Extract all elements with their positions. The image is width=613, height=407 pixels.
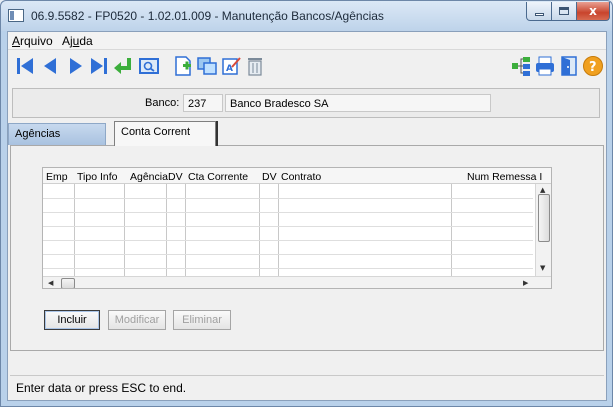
status-bar: Enter data or press ESC to end. [10,375,604,397]
scroll-right-icon[interactable]: ▶ [523,279,528,287]
col-header-emp[interactable]: Emp [46,171,68,183]
tab-conta-corrente[interactable]: Conta Corrent [114,121,216,146]
col-header-tipo-info[interactable]: Tipo Info [77,171,117,183]
app-window: 06.9.5582 - FP0520 - 1.02.01.009 - Manut… [0,0,613,407]
scroll-down-icon[interactable]: ▼ [540,264,545,272]
exit-door-icon[interactable] [558,55,580,77]
print-icon[interactable] [534,55,556,77]
scroll-up-icon[interactable]: ▲ [540,186,545,194]
grid-vertical-scrollbar[interactable]: ▲ ▼ [535,184,551,276]
maximize-button[interactable] [551,2,577,21]
toolbar: A ? [8,51,606,85]
menu-ajuda-pre: Aj [62,34,73,48]
last-record-icon[interactable] [88,55,110,77]
grid-horizontal-scrollbar[interactable]: ◀ ▶ [43,276,551,288]
close-icon: x [589,4,597,18]
col-header-contrato[interactable]: Contrato [281,171,321,183]
grid-row-line [43,268,533,269]
maximize-icon [559,7,569,15]
grid-row-line [43,212,533,213]
col-header-num-remessa[interactable]: Num Remessa I [467,171,542,183]
tab-panel-conta-corrente: Emp Tipo Info Agência DV Cta Corrente DV… [10,145,604,351]
incluir-button[interactable]: Incluir [44,310,100,330]
banco-name-field[interactable]: Banco Bradesco SA [225,94,491,112]
menu-arquivo-label: rquivo [20,34,53,48]
col-header-dv[interactable]: DV [168,171,183,183]
tree-icon[interactable] [510,55,532,77]
col-header-agencia[interactable]: Agência [130,171,168,183]
svg-text:?: ? [589,60,597,75]
grid-row-line [43,254,533,255]
banco-label: Banco: [145,97,180,109]
col-header-cta-corrente[interactable]: Cta Corrente [188,171,248,183]
search-icon[interactable] [138,55,160,77]
title-bar: 06.9.5582 - FP0520 - 1.02.01.009 - Manut… [1,1,612,31]
grid-row-line [43,226,533,227]
banco-code-field[interactable]: 237 [183,94,223,112]
contas-grid[interactable]: Emp Tipo Info Agência DV Cta Corrente DV… [42,167,552,289]
return-icon[interactable] [112,55,134,77]
vertical-scroll-thumb[interactable] [538,194,550,242]
modificar-button[interactable]: Modificar [108,310,166,330]
window-title: 06.9.5582 - FP0520 - 1.02.01.009 - Manut… [31,9,384,23]
horizontal-scroll-thumb[interactable] [61,278,75,288]
svg-text:A: A [226,64,233,74]
delete-icon[interactable] [244,55,266,77]
window-app-icon [8,9,24,22]
banco-panel: Banco: 237 Banco Bradesco SA [12,88,600,118]
menu-ajuda[interactable]: Ajuda [62,34,93,48]
first-record-icon[interactable] [14,55,36,77]
copy-icon[interactable] [196,55,218,77]
minimize-button[interactable] [526,2,552,21]
grid-row-line [43,240,533,241]
grid-header: Emp Tipo Info Agência DV Cta Corrente DV… [43,168,551,184]
menu-arquivo[interactable]: Arquivo [12,34,53,48]
eliminar-button[interactable]: Eliminar [173,310,231,330]
close-button[interactable]: x [576,2,610,21]
previous-record-icon[interactable] [40,55,62,77]
next-record-icon[interactable] [64,55,86,77]
client-area: Arquivo Ajuda A ? Banco: 237 Banco Brade… [7,31,607,401]
minimize-icon [534,12,544,16]
grid-row-line [43,198,533,199]
new-record-icon[interactable] [172,55,194,77]
menu-ajuda-label: da [79,34,93,48]
menu-bar: Arquivo Ajuda [8,32,606,50]
edit-icon[interactable]: A [220,55,242,77]
menu-arquivo-accel: A [12,34,21,48]
scroll-left-icon[interactable]: ◀ [48,279,53,287]
help-icon[interactable]: ? [582,55,604,77]
tab-agencias[interactable]: Agências [8,123,106,145]
col-header-dv-2[interactable]: DV [262,171,277,183]
